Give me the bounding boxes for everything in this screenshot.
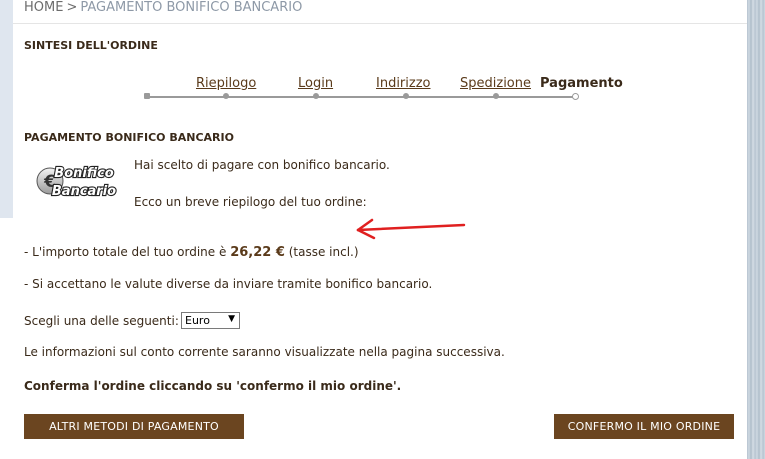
step-riepilogo-link[interactable]: Riepilogo (196, 76, 256, 91)
order-total-suffix: (tasse incl.) (288, 245, 359, 259)
payment-message-chosen: Hai scelto di pagare con bonifico bancar… (134, 158, 390, 172)
breadcrumb-current: PAGAMENTO BONIFICO BANCARIO (80, 0, 303, 15)
step-dot-riepilogo (223, 93, 229, 99)
breadcrumb-home-link[interactable]: HOME (24, 0, 63, 15)
order-total-line: - L'importo totale del tuo ordine è 26,2… (24, 245, 359, 260)
order-total-prefix: - L'importo totale del tuo ordine è (24, 245, 227, 259)
step-dot-login (313, 93, 319, 99)
step-dot-spedizione (493, 93, 499, 99)
currency-note: - Si accettano le valute diverse da invi… (24, 277, 433, 291)
breadcrumb-separator: > (66, 0, 78, 15)
left-background-strip (0, 0, 13, 218)
currency-choose-label: Scegli una delle seguenti: (24, 314, 179, 328)
account-info-note: Le informazioni sul conto corrente saran… (24, 345, 505, 359)
confirm-instruction: Conferma l'ordine cliccando su 'confermo… (24, 379, 402, 393)
step-spedizione-link[interactable]: Spedizione (460, 76, 531, 91)
step-dot-pagamento (572, 93, 579, 100)
bonifico-bancario-logo: € Bonifico Bancario (36, 165, 117, 200)
step-dot-indirizzo (403, 93, 409, 99)
step-pagamento-current: Pagamento (540, 76, 623, 91)
red-arrow-annotation (356, 218, 466, 240)
right-background-strip (747, 0, 765, 459)
order-total-amount: 26,22 € (230, 245, 285, 260)
dropdown-arrow-icon: ▼ (228, 314, 235, 324)
currency-select[interactable]: Euro ▼ (181, 312, 240, 329)
other-payment-methods-button[interactable]: ALTRI METODI DI PAGAMENTO (24, 414, 244, 439)
step-indirizzo-link[interactable]: Indirizzo (376, 76, 431, 91)
payment-message-summary: Ecco un breve riepilogo del tuo ordine: (134, 195, 367, 209)
divider (13, 23, 747, 24)
svg-text:Bancario: Bancario (52, 184, 116, 199)
confirm-order-button[interactable]: CONFERMO IL MIO ORDINE (554, 414, 734, 439)
currency-select-value: Euro (185, 314, 210, 327)
steps-progress-line (147, 96, 577, 98)
breadcrumb: HOME > PAGAMENTO BONIFICO BANCARIO (24, 0, 302, 15)
payment-section-title: PAGAMENTO BONIFICO BANCARIO (24, 131, 234, 144)
step-login-link[interactable]: Login (298, 76, 333, 91)
order-summary-title: SINTESI DELL'ORDINE (24, 39, 158, 52)
step-start-marker (144, 93, 150, 99)
svg-text:Bonifico: Bonifico (54, 166, 113, 181)
